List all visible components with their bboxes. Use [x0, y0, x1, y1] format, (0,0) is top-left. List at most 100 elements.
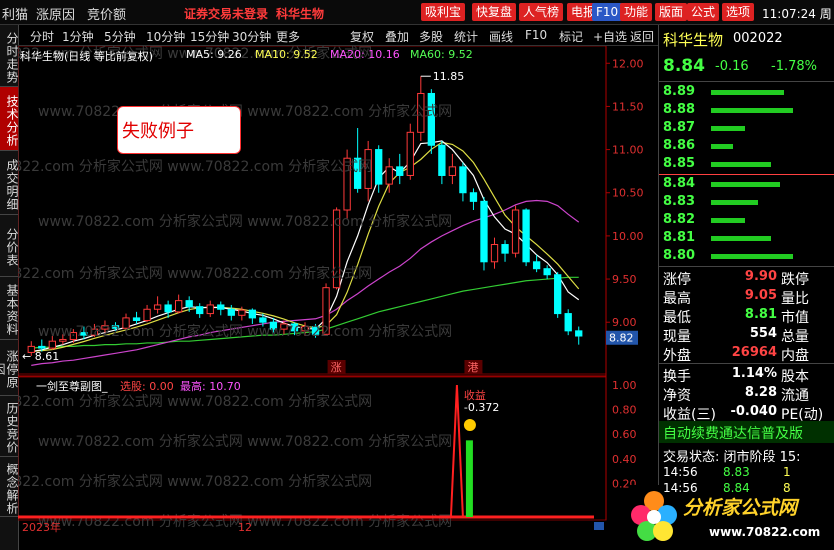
menu-item-0[interactable]: 利猫	[2, 4, 28, 23]
top-button-2[interactable]: 人气榜	[519, 3, 564, 21]
candle-body	[575, 330, 583, 337]
bid-price-3: 8.81	[663, 230, 696, 245]
tick-price-1: 8.84	[723, 481, 750, 495]
ask-bar-4	[711, 162, 771, 167]
stat-key2-3: 总量	[781, 329, 809, 345]
signal-label: 收益	[464, 388, 486, 402]
top-button-0[interactable]: 吸利宝	[421, 3, 466, 21]
bid-price-2: 8.82	[663, 212, 696, 227]
sub-y-tick-label: 1.00	[612, 379, 637, 392]
scroll-handle[interactable]	[594, 522, 604, 530]
toolbar-action-7[interactable]: +自选	[593, 28, 627, 45]
candle-body	[480, 200, 488, 263]
flower-logo-icon	[631, 491, 677, 541]
candle-body	[248, 309, 257, 319]
kline-chart[interactable]: 12.00 11.50 11.00 10.50 10.00 9.50 9.00 11.85 ← …	[18, 46, 658, 550]
top-button-6[interactable]: 版面	[655, 3, 688, 21]
left-tab-6[interactable]: 历史竞价	[0, 396, 19, 457]
watermark: www.70822.com 分析家公式网 www.70822.com 分析家公式…	[38, 103, 452, 120]
marker-label: 涨	[331, 361, 342, 374]
candle-body	[259, 317, 267, 323]
candle-body	[217, 304, 225, 310]
stat-key-0: 涨停	[663, 272, 691, 288]
annotation-box: 失败例子	[117, 106, 241, 154]
promo-text[interactable]: 自动续费通达信普及版	[663, 423, 803, 443]
period-2[interactable]: 5分钟	[104, 28, 136, 45]
tick-time-0: 14:56	[663, 465, 698, 479]
stat-key-1: 最高	[663, 291, 691, 307]
left-tab-5[interactable]: 涨停原因	[0, 340, 19, 396]
toolbar-action-1[interactable]: 叠加	[385, 28, 409, 45]
toolbar-action-2[interactable]: 多股	[419, 28, 443, 45]
candle-body	[532, 261, 541, 270]
period-6[interactable]: 更多	[276, 28, 300, 45]
y-tick-label: 9.50	[612, 273, 637, 286]
candle-body	[385, 166, 393, 185]
toolbar-action-5[interactable]: F10	[525, 28, 547, 42]
chart-title: 科华生物(日线 等比前复权)	[20, 50, 154, 63]
left-tab-0[interactable]: 分时走势	[0, 25, 19, 87]
candle-body	[143, 308, 151, 321]
toolbar-action-0[interactable]: 复权	[350, 28, 374, 45]
sub-chart-title: 一剑至尊副图_	[36, 380, 108, 393]
menu-item-2[interactable]: 竞价额	[87, 4, 126, 23]
toolbar-action-8[interactable]: 返回	[630, 28, 654, 45]
period-0[interactable]: 分时	[30, 28, 54, 45]
candle-body	[185, 300, 193, 308]
quote-change-pct: -1.78%	[771, 59, 817, 74]
tick-vol-0: 1	[783, 465, 791, 479]
left-tab-7[interactable]: 概念解析	[0, 457, 19, 517]
top-button-8[interactable]: 选项	[722, 3, 755, 21]
stat-value-1: 9.05	[744, 288, 777, 303]
ma-legend-2: MA20: 10.16	[330, 48, 400, 61]
toolbar-action-6[interactable]: 标记	[559, 28, 583, 45]
stat2-key2-1: 流通	[781, 388, 809, 404]
stat2-key2-2: PE(动)	[781, 407, 824, 423]
left-tab-1[interactable]: 技术分析	[0, 87, 19, 151]
face-icon	[463, 419, 476, 431]
stat-key2-0: 跌停	[781, 272, 809, 288]
menu-item-1[interactable]: 涨原因	[36, 4, 75, 23]
period-4[interactable]: 15分钟	[190, 28, 229, 45]
signal-value: -0.372	[464, 401, 499, 414]
trade-status: 交易状态: 闭市阶段 15:	[663, 450, 801, 465]
stat-key2-2: 市值	[781, 310, 809, 326]
candle-body	[48, 340, 56, 349]
toolbar-action-3[interactable]: 统计	[454, 28, 478, 45]
left-tab-2[interactable]: 成交明细	[0, 151, 19, 215]
stat-key2-1: 量比	[781, 291, 809, 307]
watermark: www.70822.com 分析家公式网 www.70822.com 分析家公式…	[38, 323, 452, 340]
candle-body	[448, 166, 457, 176]
ask-price-2: 8.87	[663, 120, 696, 135]
stat-value-3: 554	[749, 326, 777, 341]
top-button-5[interactable]: 功能	[620, 3, 653, 21]
quote-change: -0.16	[715, 59, 749, 74]
y-tick-label: 9.00	[612, 316, 637, 329]
promo-bar[interactable]: 自动续费通达信普及版	[659, 421, 834, 443]
top-button-7[interactable]: 公式	[687, 3, 720, 21]
candle-body	[543, 268, 551, 276]
period-5[interactable]: 30分钟	[232, 28, 271, 45]
ask-bar-2	[711, 126, 745, 131]
period-3[interactable]: 10分钟	[146, 28, 185, 45]
period-1[interactable]: 1分钟	[62, 28, 94, 45]
ask-bar-3	[711, 144, 733, 149]
annotation-text: 失败例子	[122, 121, 194, 142]
quote-price: 8.84	[663, 56, 705, 76]
top-button-4[interactable]: F10	[592, 3, 623, 21]
divider	[659, 174, 834, 175]
candle-body	[564, 313, 572, 332]
candle-body	[501, 244, 509, 254]
watermark: www.70822.com 分析家公式网 www.70822.com 分析家公式…	[38, 213, 452, 230]
login-notice[interactable]: 证券交易未登录	[184, 5, 268, 22]
left-tab-3[interactable]: 分价表	[0, 215, 19, 277]
toolbar-action-4[interactable]: 画线	[489, 28, 513, 45]
candle-body	[396, 166, 404, 176]
sub-high-label: 最高: 10.70	[180, 380, 241, 393]
candle-body	[206, 304, 214, 315]
top-button-1[interactable]: 快复盘	[472, 3, 517, 21]
candle-body	[175, 300, 183, 313]
candle-body	[511, 209, 520, 254]
left-tab-4[interactable]: 基本资料	[0, 277, 19, 340]
candle-body	[227, 308, 235, 316]
